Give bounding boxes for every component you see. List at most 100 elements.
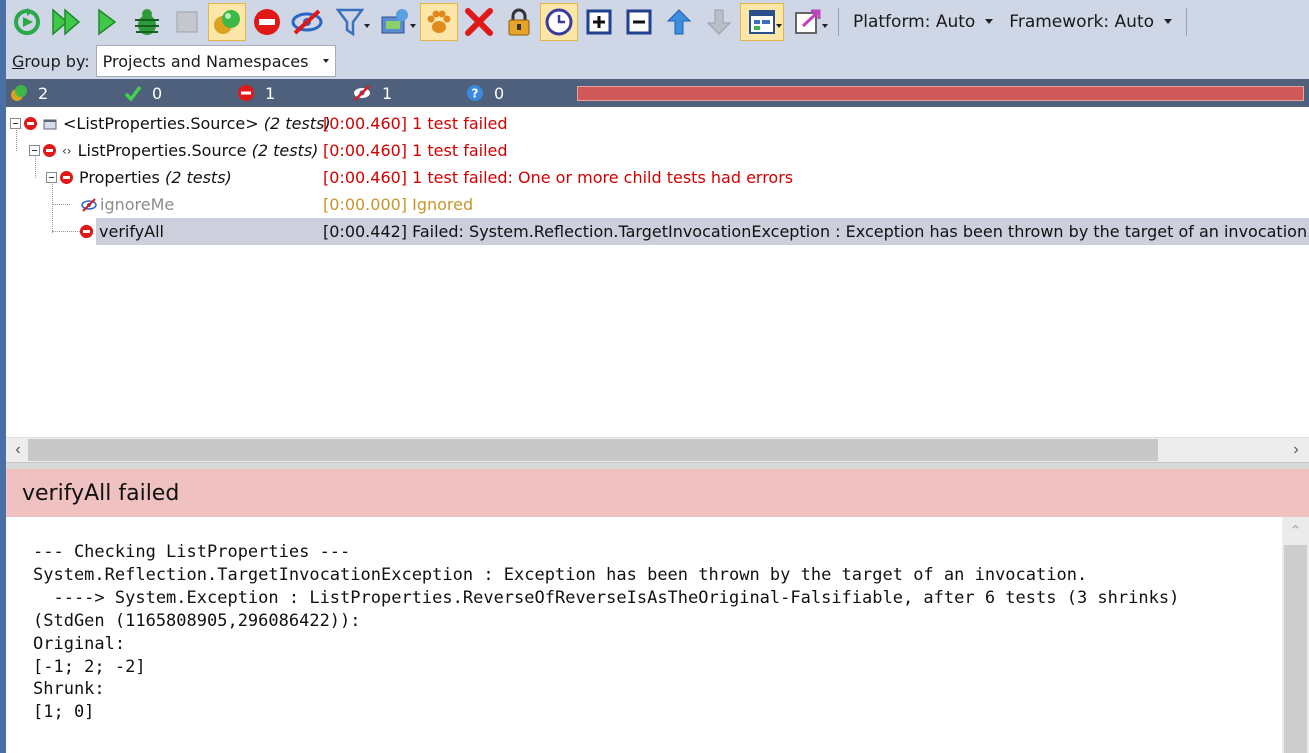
tree-row-test-failed-content[interactable]: verifyAll [0:00.442] Failed: System.Refl… — [6, 218, 1309, 245]
passed-value: 0 — [152, 83, 163, 103]
ignored-value: 1 — [382, 83, 393, 103]
pane-splitter[interactable] — [6, 462, 1309, 469]
debug-icon[interactable] — [128, 3, 166, 41]
tree-node: Properties (2 tests) — [46, 168, 232, 187]
node-count: (2 tests) — [263, 114, 331, 133]
ignored-icon — [81, 197, 97, 212]
scroll-left-icon[interactable]: ‹ — [8, 440, 28, 460]
tree-node: ignoreMe — [80, 195, 174, 214]
filter-icon[interactable] — [328, 3, 372, 41]
lock-icon[interactable] — [500, 3, 538, 41]
clear-results-icon[interactable] — [460, 3, 498, 41]
total-count: 2 — [10, 81, 48, 105]
view-options-icon[interactable] — [740, 2, 784, 41]
detail-line: System.Reflection.TargetInvocationExcept… — [33, 564, 1088, 585]
namespace-icon: ‹› — [62, 143, 72, 158]
refresh-icon[interactable] — [8, 3, 46, 41]
node-result: [0:00.442] Failed: System.Reflection.Tar… — [323, 222, 1309, 241]
node-result: [0:00.460] 1 test failed — [323, 141, 508, 160]
question-icon: ? — [467, 85, 483, 101]
platform-dropdown[interactable]: Platform: Auto — [845, 3, 1001, 41]
node-name: <ListProperties.Source> — [63, 114, 259, 133]
collapse-toggle[interactable] — [46, 172, 57, 183]
track-icon[interactable] — [420, 2, 458, 41]
node-name: Properties — [79, 168, 160, 187]
platform-label: Platform: Auto — [853, 11, 976, 32]
detail-line: ----> System.Exception : ListProperties.… — [33, 587, 1180, 608]
framework-dropdown[interactable]: Framework: Auto — [1001, 3, 1180, 41]
add-assembly-icon[interactable] — [374, 3, 418, 41]
test-tree[interactable]: <ListProperties.Source> (2 tests) [0:00.… — [6, 107, 1309, 437]
run-all-icon[interactable] — [48, 3, 86, 41]
export-icon[interactable] — [786, 3, 830, 41]
tree-row-assembly[interactable]: <ListProperties.Source> (2 tests) [0:00.… — [6, 110, 1309, 137]
node-result: [0:00.000] Ignored — [323, 195, 474, 214]
node-name: ignoreMe — [100, 195, 175, 214]
scrollbar-thumb[interactable] — [1284, 545, 1307, 753]
collapse-toggle[interactable] — [29, 145, 40, 156]
progress-bar — [577, 86, 1304, 101]
chevron-down-icon — [322, 59, 329, 63]
tree-row-namespace[interactable]: ‹› ListProperties.Source (2 tests) [0:00… — [6, 137, 1309, 164]
next-icon[interactable] — [700, 3, 738, 41]
failed-value: 1 — [265, 83, 276, 103]
detail-line: Shrunk: — [33, 679, 105, 700]
framework-label: Framework: Auto — [1009, 11, 1155, 32]
clock-icon[interactable] — [540, 2, 578, 41]
detail-header: verifyAll failed — [6, 469, 1309, 517]
detail-line: Original: — [33, 633, 126, 654]
node-result: [0:00.460] 1 test failed: One or more ch… — [323, 168, 794, 187]
tree-node: <ListProperties.Source> (2 tests) — [10, 114, 331, 133]
error-details[interactable]: --- Checking ListProperties --- System.Re… — [6, 517, 1282, 753]
expand-all-icon[interactable] — [580, 3, 618, 41]
toolbar: Platform: Auto Framework: Auto — [6, 0, 1309, 43]
tree-row-test-ignored[interactable]: ignoreMe [0:00.000] Ignored — [6, 191, 1309, 218]
node-name: verifyAll — [99, 222, 164, 241]
scrollbar-thumb[interactable] — [28, 439, 1158, 461]
toolbar-separator — [1186, 7, 1188, 36]
show-ignored-icon[interactable] — [288, 3, 326, 41]
stop-icon[interactable] — [168, 3, 206, 41]
tree-node: verifyAll — [80, 222, 164, 241]
failed-count: 1 — [237, 81, 275, 105]
failed-icon — [80, 225, 93, 238]
detail-line: --- Checking ListProperties --- — [33, 542, 351, 562]
collapse-all-icon[interactable] — [620, 3, 658, 41]
run-icon[interactable] — [88, 3, 126, 41]
group-by-value: Projects and Namespaces — [102, 51, 309, 71]
scroll-right-icon[interactable]: › — [1286, 440, 1306, 460]
total-value: 2 — [38, 83, 49, 103]
chevron-down-icon — [985, 19, 994, 24]
node-count: (2 tests) — [164, 168, 232, 187]
previous-icon[interactable] — [660, 3, 698, 41]
failed-icon — [60, 171, 73, 184]
detail-title: verifyAll failed — [22, 480, 180, 506]
ignored-count: 1 — [352, 81, 392, 105]
vertical-scrollbar[interactable]: ⌃ — [1282, 517, 1309, 753]
detail-line: (StdGen (1165808905,296086422)): — [33, 610, 361, 631]
svg-text:?: ? — [472, 87, 479, 101]
passed-count: 0 — [124, 81, 162, 105]
inconclusive-count: ? 0 — [466, 81, 504, 105]
ignored-icon — [354, 85, 370, 101]
node-result: [0:00.460] 1 test failed — [323, 114, 508, 133]
tree-node: ‹› ListProperties.Source (2 tests) — [29, 141, 318, 160]
show-failed-icon[interactable] — [248, 3, 286, 41]
assembly-icon — [43, 119, 57, 129]
tree-row-fixture[interactable]: Properties (2 tests) [0:00.460] 1 test f… — [6, 164, 1309, 191]
failed-icon — [24, 117, 37, 130]
show-passed-icon[interactable] — [208, 2, 246, 41]
failed-icon — [43, 144, 56, 157]
total-icon — [11, 85, 27, 101]
check-icon — [124, 85, 142, 102]
horizontal-scrollbar[interactable]: ‹ › — [6, 437, 1309, 462]
failed-icon — [238, 85, 254, 101]
group-by-label: Group by: — [12, 51, 90, 71]
group-by-select[interactable]: Projects and Namespaces — [95, 45, 336, 77]
group-by-bar: Group by: Projects and Namespaces — [6, 43, 1309, 79]
collapse-toggle[interactable] — [10, 118, 21, 129]
node-count: (2 tests) — [251, 141, 319, 160]
detail-line: [-1; 2; -2] — [33, 656, 146, 677]
scroll-up-icon[interactable]: ⌃ — [1282, 517, 1309, 544]
detail-line: [1; 0] — [33, 702, 95, 723]
